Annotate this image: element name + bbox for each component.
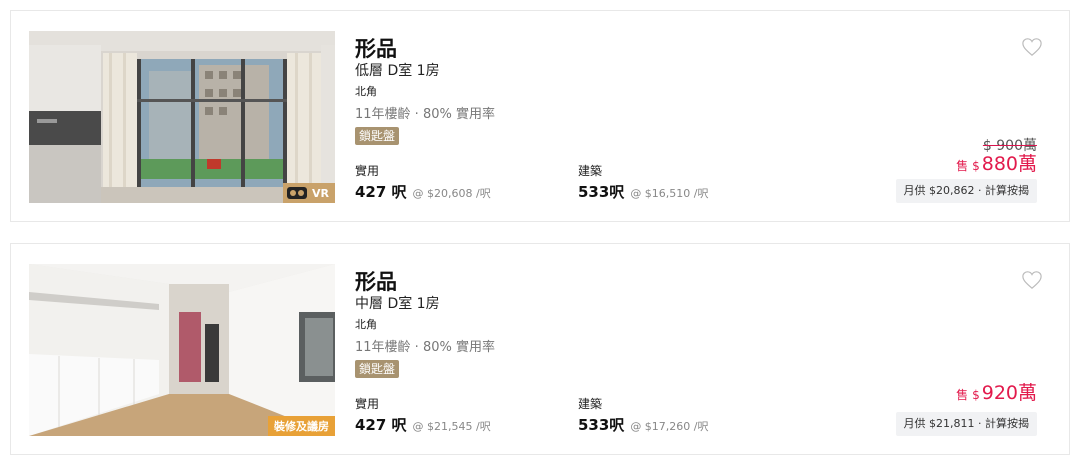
mortgage-calculator-button[interactable]: 月供 $20,862 · 計算按揭	[895, 179, 1037, 203]
saleable-area: 427 呎 @ $21,545 /呎	[355, 414, 491, 435]
sale-price: 售 $880萬	[956, 149, 1037, 176]
key-tag: 鎖匙盤	[355, 360, 400, 378]
corridor-photo	[29, 264, 335, 436]
listing-photo[interactable]: 裝修及議房	[29, 264, 335, 436]
vr-badge-label: VR	[312, 186, 329, 200]
building-age: 11年樓齡 · 80% 實用率	[355, 107, 495, 122]
gross-area: 533呎 @ $17,260 /呎	[578, 414, 709, 435]
vr-goggles-icon	[287, 187, 308, 199]
sale-label: 售	[956, 388, 969, 402]
living-room-photo	[29, 31, 335, 203]
saleable-price-per-foot: @ $20,608 /呎	[412, 187, 491, 200]
gross-area-value: 533呎	[578, 416, 625, 434]
key-tag: 鎖匙盤	[355, 127, 400, 145]
saleable-area-value: 427 呎	[355, 183, 407, 201]
price-value: 920萬	[981, 382, 1037, 404]
sale-price: 售 $920萬	[956, 378, 1037, 405]
saleable-area: 427 呎 @ $20,608 /呎	[355, 181, 491, 202]
heart-outline-icon[interactable]	[1021, 270, 1043, 290]
renovation-badge: 裝修及議房	[268, 416, 335, 436]
heart-outline-icon[interactable]	[1021, 37, 1043, 57]
gross-area-label: 建築	[578, 164, 603, 178]
gross-area: 533呎 @ $16,510 /呎	[578, 181, 709, 202]
gross-price-per-foot: @ $16,510 /呎	[630, 187, 709, 200]
vr-badge: VR	[283, 183, 335, 203]
district: 北角	[355, 85, 377, 98]
currency-symbol: $	[972, 388, 980, 402]
district: 北角	[355, 318, 377, 331]
currency-symbol: $	[972, 159, 980, 173]
listing-card[interactable]: 裝修及議房 形品 中層 D室 1房 北角 11年樓齡 · 80% 實用率 鎖匙盤…	[10, 243, 1070, 455]
unit-info: 低層 D室 1房	[355, 63, 440, 79]
price-value: 880萬	[981, 153, 1037, 175]
building-age: 11年樓齡 · 80% 實用率	[355, 340, 495, 355]
gross-area-label: 建築	[578, 397, 603, 411]
saleable-area-value: 427 呎	[355, 416, 407, 434]
gross-price-per-foot: @ $17,260 /呎	[630, 420, 709, 433]
listing-photo[interactable]: VR	[29, 31, 335, 203]
listing-card[interactable]: VR 形品 低層 D室 1房 北角 11年樓齡 · 80% 實用率 鎖匙盤 實用…	[10, 10, 1070, 222]
unit-info: 中層 D室 1房	[355, 296, 440, 312]
estate-name[interactable]: 形品	[355, 266, 397, 296]
sale-label: 售	[956, 159, 969, 173]
saleable-price-per-foot: @ $21,545 /呎	[412, 420, 491, 433]
mortgage-calculator-button[interactable]: 月供 $21,811 · 計算按揭	[895, 412, 1037, 436]
estate-name[interactable]: 形品	[355, 33, 397, 63]
saleable-area-label: 實用	[355, 397, 380, 411]
gross-area-value: 533呎	[578, 183, 625, 201]
saleable-area-label: 實用	[355, 164, 380, 178]
